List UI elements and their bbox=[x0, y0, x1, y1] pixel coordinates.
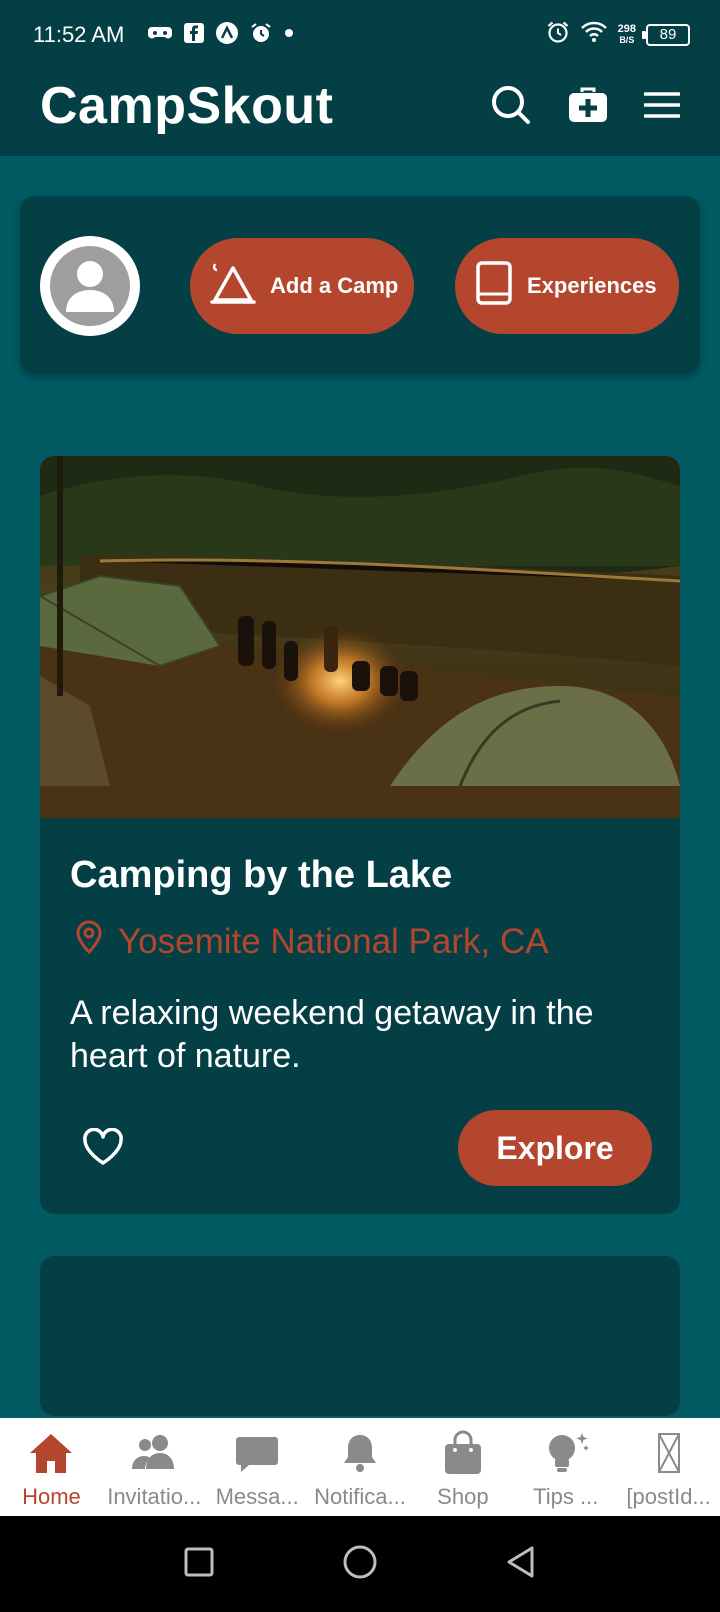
post-title: Camping by the Lake bbox=[70, 854, 453, 896]
first-aid-kit-icon[interactable] bbox=[568, 86, 608, 124]
tent-icon bbox=[210, 262, 256, 310]
home-icon bbox=[27, 1430, 75, 1476]
game-controller-icon bbox=[148, 23, 172, 43]
hourglass-icon bbox=[645, 1430, 693, 1476]
facebook-icon bbox=[184, 23, 204, 43]
menu-icon[interactable] bbox=[644, 90, 680, 120]
bottom-navigation: Home Invitatio... Messa... Notifica... S… bbox=[0, 1418, 720, 1516]
post-description: A relaxing weekend getaway in the heart … bbox=[70, 994, 594, 1075]
app-title: CampSkout bbox=[40, 77, 334, 135]
nav-item-notifications[interactable]: Notifica... bbox=[309, 1418, 412, 1516]
shopping-bag-icon bbox=[439, 1430, 487, 1476]
status-time: 11:52 AM bbox=[33, 22, 125, 47]
alarm-icon bbox=[250, 22, 272, 44]
book-icon bbox=[475, 261, 513, 311]
nav-item-messages[interactable]: Messa... bbox=[206, 1418, 309, 1516]
lightbulb-icon bbox=[542, 1430, 590, 1476]
nav-label: Home bbox=[22, 1484, 81, 1509]
user-icon bbox=[60, 254, 120, 319]
location-pin-icon bbox=[76, 920, 102, 963]
experiences-label: Experiences bbox=[527, 273, 657, 298]
avatar[interactable] bbox=[40, 236, 140, 336]
battery-indicator: 89 bbox=[642, 23, 690, 46]
nav-item-shop[interactable]: Shop bbox=[411, 1418, 514, 1516]
network-speed: 298 B/S bbox=[617, 22, 636, 45]
nav-item-home[interactable]: Home bbox=[0, 1418, 103, 1516]
people-icon bbox=[130, 1430, 178, 1476]
nav-label: Messa... bbox=[215, 1484, 299, 1509]
app-header: 11:52 AM 298 B/S 89 CampSkout bbox=[0, 0, 720, 156]
nav-label: Tips ... bbox=[533, 1484, 599, 1509]
system-navigation-bar bbox=[0, 1516, 720, 1612]
home-circle-icon[interactable] bbox=[342, 1544, 378, 1585]
nav-label: Invitatio... bbox=[107, 1484, 202, 1509]
nav-label: Notifica... bbox=[314, 1484, 406, 1509]
back-icon[interactable] bbox=[505, 1545, 537, 1584]
heart-icon[interactable] bbox=[82, 1127, 124, 1171]
nav-item-post[interactable]: [postId... bbox=[617, 1418, 720, 1516]
explore-button[interactable]: Explore bbox=[458, 1110, 652, 1186]
recent-apps-icon[interactable] bbox=[183, 1546, 215, 1583]
add-camp-button[interactable]: Add a Camp bbox=[190, 238, 414, 334]
header-actions bbox=[490, 84, 680, 126]
message-icon bbox=[233, 1430, 281, 1476]
add-camp-label: Add a Camp bbox=[270, 273, 399, 298]
bell-icon bbox=[336, 1430, 384, 1476]
post-location: Yosemite National Park, CA bbox=[76, 920, 549, 963]
post-image[interactable] bbox=[40, 456, 680, 818]
post-location-label: Yosemite National Park, CA bbox=[118, 921, 549, 961]
nav-label: Shop bbox=[437, 1484, 489, 1509]
status-right: 298 B/S 89 bbox=[546, 20, 690, 49]
wifi-icon bbox=[580, 20, 608, 49]
nav-item-invitations[interactable]: Invitatio... bbox=[103, 1418, 206, 1516]
nav-item-tips[interactable]: Tips ... bbox=[514, 1418, 617, 1516]
status-notification-icons bbox=[148, 22, 294, 44]
quick-actions-card: Add a Camp Experiences bbox=[20, 196, 700, 374]
nav-label: [postId... bbox=[626, 1484, 711, 1509]
post-card bbox=[40, 1256, 680, 1416]
status-bar: 11:52 AM 298 B/S 89 bbox=[0, 0, 720, 72]
app-logo-icon bbox=[216, 22, 238, 44]
search-icon[interactable] bbox=[490, 84, 532, 126]
alarm-icon bbox=[546, 20, 570, 49]
experiences-button[interactable]: Experiences bbox=[455, 238, 679, 334]
dot-icon bbox=[284, 28, 294, 38]
post-card: Camping by the Lake Yosemite National Pa… bbox=[40, 456, 680, 1214]
